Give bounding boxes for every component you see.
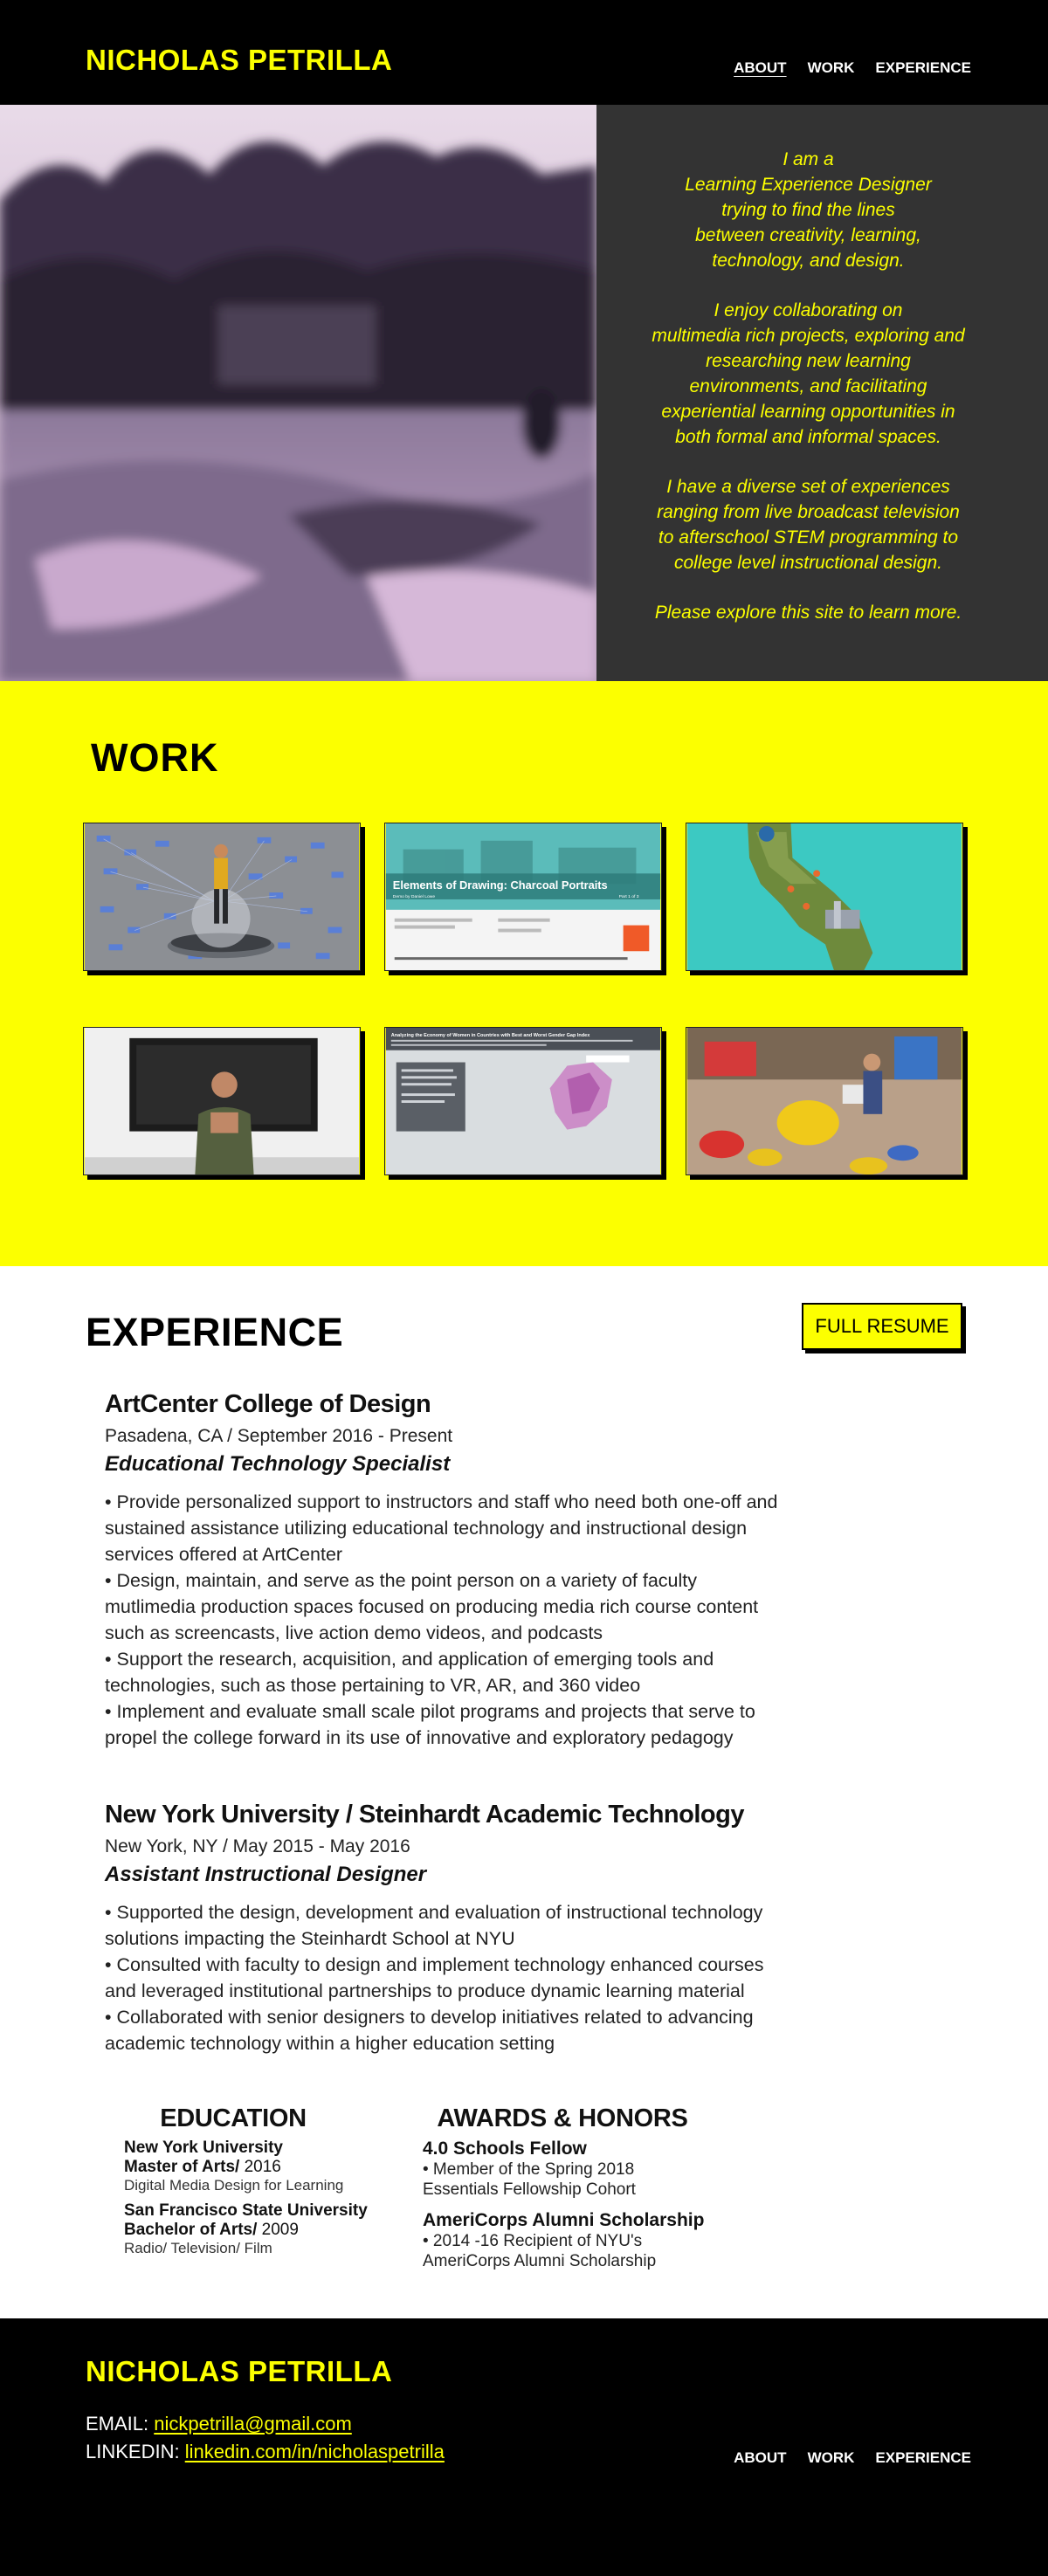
job-entry-artcenter: ArtCenter College of Design Pasadena, CA… (105, 1390, 873, 1751)
footer-nav-experience-link[interactable]: EXPERIENCE (875, 2449, 971, 2467)
job-bullet-line: • Consulted with faculty to design and i… (105, 1954, 764, 1975)
gender-gap-map-thumbnail-icon: Analyzing the Economy of Women in Countr… (385, 1028, 661, 1174)
job-bullet-line: such as screencasts, live action demo vi… (105, 1622, 603, 1643)
work-tile-charcoal-portraits[interactable]: Elements of Drawing: Charcoal Portraits … (384, 823, 662, 971)
job-responsibilities: • Provide personalized support to instru… (105, 1489, 873, 1751)
footer-nav: ABOUT WORK EXPERIENCE (734, 2449, 971, 2467)
job-entry-nyu: New York University / Steinhardt Academi… (105, 1801, 873, 2056)
job-responsibilities: • Supported the design, development and … (105, 1899, 873, 2056)
work-tile-gender-gap[interactable]: Analyzing the Economy of Women in Countr… (384, 1027, 662, 1175)
nav-experience-link[interactable]: EXPERIENCE (875, 59, 971, 77)
thumbnail-subtitle: Demo by Daniel Lowe (393, 894, 436, 899)
work-tile-playroom[interactable] (686, 1027, 963, 1175)
award-item: AmeriCorps Alumni Scholarship • 2014 -16… (423, 2210, 720, 2271)
job-organization: New York University / Steinhardt Academi… (105, 1801, 744, 1829)
education-degree: Master of Arts/ (124, 2158, 240, 2176)
job-location-dates: New York, NY / May 2015 - May 2016 (105, 1836, 410, 1856)
work-tile-presenter[interactable] (83, 1027, 361, 1175)
job-organization: ArtCenter College of Design (105, 1390, 431, 1418)
education-block: EDUCATION New York University Master of … (124, 2104, 386, 2264)
presenter-video-thumbnail-icon (84, 1028, 360, 1174)
hero-paragraph: Please explore this site to learn more. (654, 603, 962, 623)
education-school: New York University (124, 2139, 283, 2157)
playroom-thumbnail-icon (686, 1028, 962, 1174)
experience-section: EXPERIENCE FULL RESUME ArtCenter College… (0, 1266, 1048, 2318)
hero-intro-panel: I am a Learning Experience Designer tryi… (596, 105, 1048, 681)
education-item: San Francisco State University Bachelor … (124, 2201, 386, 2257)
nav-work-link[interactable]: WORK (808, 59, 855, 77)
job-bullet-line: • Collaborated with senior designers to … (105, 2007, 754, 2028)
job-bullet-line: sustained assistance utilizing education… (105, 1518, 748, 1539)
email-label: EMAIL: (86, 2413, 149, 2435)
hero-paragraph: I have a diverse set of experiences rang… (657, 477, 960, 573)
linkedin-link[interactable]: linkedin.com/in/nicholaspetrilla (185, 2441, 445, 2462)
job-role: Educational Technology Specialist (105, 1452, 451, 1476)
site-brand[interactable]: NICHOLAS PETRILLA (86, 44, 392, 77)
contact-linkedin-row: LINKEDIN: linkedin.com/in/nicholaspetril… (86, 2441, 445, 2463)
nav-about-link[interactable]: ABOUT (734, 59, 786, 77)
job-bullet-line: • Supported the design, development and … (105, 1902, 763, 1923)
site-header: NICHOLAS PETRILLA ABOUT WORK EXPERIENCE (0, 0, 1048, 105)
education-field: Radio/ Television/ Film (124, 2240, 272, 2256)
full-resume-button[interactable]: FULL RESUME (802, 1303, 962, 1350)
award-name: AmeriCorps Alumni Scholarship (423, 2210, 705, 2230)
work-tile-trampoline[interactable] (83, 823, 361, 971)
job-bullet-line: • Implement and evaluate small scale pil… (105, 1701, 755, 1722)
hero-paragraph: I am a Learning Experience Designer tryi… (685, 149, 932, 271)
job-bullet-line: • Support the research, acquisition, and… (105, 1649, 714, 1670)
education-item: New York University Master of Arts/ 2016… (124, 2139, 386, 2194)
job-bullet-line: services offered at ArtCenter (105, 1544, 343, 1565)
education-degree-line: Bachelor of Arts/ 2009 (124, 2221, 386, 2240)
award-description: AmeriCorps Alumni Scholarship (423, 2252, 657, 2270)
linkedin-label: LINKEDIN: (86, 2441, 180, 2462)
job-bullet-line: propel the college forward in its use of… (105, 1727, 734, 1748)
footer-nav-about-link[interactable]: ABOUT (734, 2449, 786, 2467)
footer-nav-work-link[interactable]: WORK (808, 2449, 855, 2467)
thumbnail-part: Part 1 of 3 (619, 894, 639, 899)
job-bullet-line: and leveraged institutional partnerships… (105, 1980, 745, 2001)
award-item: 4.0 Schools Fellow • Member of the Sprin… (423, 2139, 720, 2200)
email-link[interactable]: nickpetrilla@gmail.com (154, 2413, 352, 2435)
footer-brand[interactable]: NICHOLAS PETRILLA (86, 2355, 392, 2388)
education-degree: Bachelor of Arts/ (124, 2221, 258, 2239)
work-section: WORK Elements of Drawing: Charcoal Portr… (0, 681, 1048, 1266)
experience-title: EXPERIENCE (86, 1310, 344, 1354)
job-bullet-line: mutlimedia production spaces focused on … (105, 1596, 759, 1617)
job-bullet-line: technologies, such as those pertaining t… (105, 1675, 641, 1696)
contact-email-row: EMAIL: nickpetrilla@gmail.com (86, 2413, 352, 2435)
charcoal-portraits-thumbnail-icon: Elements of Drawing: Charcoal Portraits … (385, 823, 661, 970)
trampoline-mindmap-thumbnail-icon (84, 823, 360, 970)
site-footer: NICHOLAS PETRILLA EMAIL: nickpetrilla@gm… (0, 2318, 1048, 2576)
education-degree-line: Master of Arts/ 2016 (124, 2158, 386, 2177)
awards-block: AWARDS & HONORS 4.0 Schools Fellow • Mem… (423, 2104, 720, 2282)
job-role: Assistant Instructional Designer (105, 1863, 427, 1886)
education-title: EDUCATION (160, 2104, 307, 2132)
hero-section: I am a Learning Experience Designer tryi… (0, 105, 1048, 681)
thumbnail-header: Analyzing the Economy of Women in Countr… (391, 1033, 590, 1038)
award-description: • 2014 -16 Recipient of NYU's (423, 2232, 643, 2250)
job-bullet-line: • Design, maintain, and serve as the poi… (105, 1570, 697, 1591)
education-year: 2016 (239, 2158, 281, 2176)
hero-paragraph: I enjoy collaborating on multimedia rich… (652, 300, 965, 447)
main-nav: ABOUT WORK EXPERIENCE (734, 59, 971, 77)
work-title: WORK (91, 735, 219, 780)
thumbnail-title: Elements of Drawing: Charcoal Portraits (393, 878, 608, 892)
education-field: Digital Media Design for Learning (124, 2177, 344, 2194)
job-location-dates: Pasadena, CA / September 2016 - Present (105, 1426, 453, 1446)
awards-title: AWARDS & HONORS (437, 2104, 688, 2132)
california-map-thumbnail-icon (686, 823, 962, 970)
job-bullet-line: • Provide personalized support to instru… (105, 1491, 778, 1512)
award-description: • Member of the Spring 2018 (423, 2160, 635, 2179)
skatepark-photo-icon (0, 105, 596, 681)
education-school: San Francisco State University (124, 2201, 368, 2220)
job-bullet-line: solutions impacting the Steinhardt Schoo… (105, 1928, 515, 1949)
hero-background-photo (0, 105, 596, 681)
work-tile-california[interactable] (686, 823, 963, 971)
education-year: 2009 (257, 2221, 299, 2239)
job-bullet-line: academic technology within a higher educ… (105, 2033, 555, 2054)
award-name: 4.0 Schools Fellow (423, 2139, 587, 2159)
award-description: Essentials Fellowship Cohort (423, 2180, 636, 2199)
